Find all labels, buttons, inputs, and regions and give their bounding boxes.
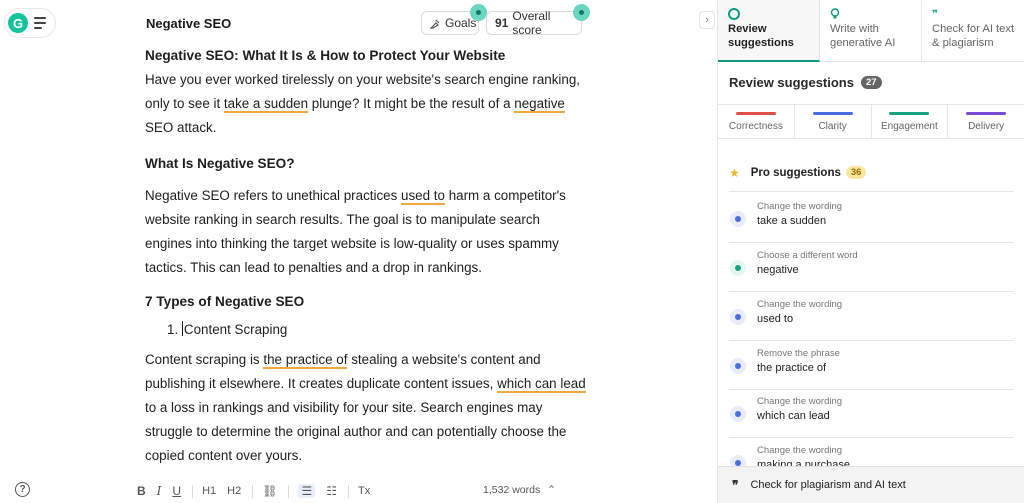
sidebar-tabs: Review suggestions Write with generative… [718, 0, 1024, 62]
suggestion-card[interactable]: Change the wording making a purchase [729, 438, 1014, 466]
category-bar [966, 112, 1007, 115]
tab-review-suggestions[interactable]: Review suggestions [718, 0, 820, 62]
quote-icon: ❞ [732, 478, 739, 492]
goals-icon [429, 18, 440, 29]
engagement-icon [730, 260, 746, 276]
heading-main: Negative SEO: What It Is & How to Protec… [145, 48, 506, 63]
paragraph-intro: Have you ever worked tirelessly on your … [145, 72, 580, 135]
word-count[interactable]: 1,532 words ⌃ [483, 484, 556, 496]
tab-ai-plagiarism[interactable]: ❞ Check for AI text & plagiarism [922, 0, 1024, 62]
suggestion-card[interactable]: Choose a different word negative [729, 243, 1014, 292]
goals-badge-icon [470, 4, 487, 21]
suggestion-count-badge: 27 [860, 76, 882, 89]
score-value: 91 [495, 16, 509, 30]
bulb-icon [830, 8, 921, 20]
chevron-right-icon: › [705, 14, 709, 26]
star-icon: ★ [729, 165, 740, 180]
document-body[interactable]: Negative SEO: What It Is & How to Protec… [145, 44, 590, 468]
category-clarity[interactable]: Clarity [795, 105, 872, 138]
pro-count-badge: 36 [845, 166, 867, 179]
app-menu[interactable]: G [4, 8, 56, 38]
toolbar-divider [192, 484, 194, 498]
pro-suggestions-row[interactable]: ★ Pro suggestions 36 [729, 162, 1014, 192]
category-bar [812, 112, 853, 115]
heading1-button[interactable]: H1 [202, 485, 216, 497]
flagged-phrase[interactable]: which can lead [497, 376, 586, 393]
category-correctness[interactable]: Correctness [718, 105, 795, 138]
plagiarism-check-bar[interactable]: ❞ Check for plagiarism and AI text [718, 466, 1024, 503]
review-suggestions-header: Review suggestions 27 [729, 75, 882, 90]
paragraph-definition: Negative SEO refers to unethical practic… [145, 188, 566, 275]
bold-button[interactable]: B [137, 484, 146, 498]
category-bar [735, 112, 776, 115]
clarity-icon [730, 455, 746, 466]
menu-icon[interactable] [34, 17, 48, 29]
list-item: Content Scraping [183, 322, 288, 337]
help-icon[interactable]: ? [15, 482, 30, 497]
flagged-phrase[interactable]: take a sudden [223, 96, 309, 113]
heading-section: 7 Types of Negative SEO [145, 294, 305, 309]
bullet-list-icon[interactable]: ☷ [326, 484, 337, 498]
quote-icon: ❞ [932, 9, 938, 20]
grammarly-logo-icon: G [8, 13, 28, 33]
suggestion-card[interactable]: Change the wording which can lead [729, 389, 1014, 438]
text-cursor [181, 321, 183, 336]
overall-score-button[interactable]: 91 Overall score [486, 9, 582, 37]
suggestion-card[interactable]: Remove the phrase the practice of [729, 341, 1014, 390]
clarity-icon [730, 406, 746, 422]
category-delivery[interactable]: Delivery [948, 105, 1024, 138]
document-title[interactable]: Negative SEO [146, 16, 231, 31]
ordered-list: 1. Content Scraping [145, 318, 590, 342]
list-number: 1. [167, 322, 179, 337]
category-filters: Correctness Clarity Engagement Delivery [718, 104, 1024, 139]
tab-generative-ai[interactable]: Write with generative AI [820, 0, 922, 62]
underline-button[interactable]: U [172, 484, 181, 498]
toolbar-divider [347, 484, 349, 498]
score-label: Overall score [512, 9, 551, 37]
grammarly-icon [728, 8, 819, 20]
format-toolbar: B I U H1 H2 ⛓ ☰ ☷ Tx [137, 482, 507, 500]
editor-pane: G Negative SEO Goals 91 Overall score › … [0, 0, 718, 503]
clarity-icon [730, 309, 746, 325]
category-bar [889, 112, 930, 115]
toolbar-divider [288, 484, 290, 498]
paragraph-scraping: Content scraping is the practice of stea… [145, 352, 586, 463]
clarity-icon [730, 358, 746, 374]
heading2-button[interactable]: H2 [227, 485, 241, 497]
flagged-phrase[interactable]: negative [514, 96, 565, 113]
collapse-sidebar-button[interactable]: › [699, 11, 715, 29]
suggestion-card[interactable]: Change the wording take a sudden [729, 194, 1014, 243]
clarity-icon [730, 211, 746, 227]
chevron-up-icon: ⌃ [547, 484, 556, 496]
suggestions-sidebar: Review suggestions Write with generative… [718, 0, 1024, 503]
flagged-phrase[interactable]: used to [401, 188, 445, 205]
ordered-list-icon[interactable]: ☰ [298, 484, 316, 498]
flagged-phrase[interactable]: the practice of [263, 352, 348, 369]
category-engagement[interactable]: Engagement [872, 105, 949, 138]
link-icon[interactable]: ⛓ [262, 484, 277, 498]
toolbar-divider [252, 484, 254, 498]
clear-format-icon[interactable]: Tx [358, 485, 370, 497]
heading-section: What Is Negative SEO? [145, 156, 295, 171]
score-badge-icon [573, 4, 590, 21]
suggestion-card[interactable]: Change the wording used to [729, 292, 1014, 341]
italic-button[interactable]: I [157, 484, 162, 498]
